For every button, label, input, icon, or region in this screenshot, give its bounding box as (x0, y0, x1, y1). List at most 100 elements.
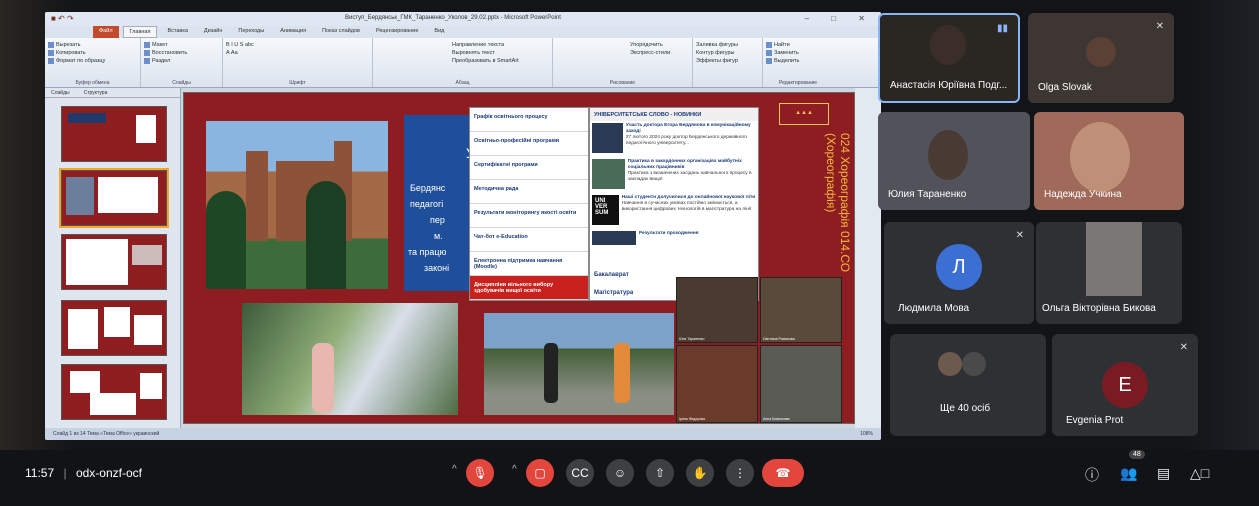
mic-off-icon[interactable]: 🎙 (466, 459, 494, 487)
pp-titlebar: ■ ↶ ↷ Виступ_Бердянськ_ГМК_Тараненко_Уко… (45, 12, 881, 26)
tab-insert[interactable]: Вставка (161, 26, 193, 38)
menu-item[interactable]: Дисципліни вільного вибору здобувачів ви… (470, 276, 588, 300)
slide-thumbnail[interactable] (61, 234, 167, 290)
participant-tile[interactable]: ✕ Л Людмила Мова (884, 222, 1034, 324)
menu-item[interactable]: Електронна підтримка навчання (Moodle) (470, 252, 588, 276)
emoji-icon[interactable]: ☺ (606, 459, 634, 487)
replace-icon (766, 49, 772, 56)
ribbon-item[interactable]: Упорядочить (556, 41, 689, 49)
tab-slideshow[interactable]: Показ слайдов (316, 26, 366, 38)
title-text: Бердянс (410, 183, 446, 193)
camera-off-icon[interactable]: ▢ (526, 459, 554, 487)
copy-icon (48, 49, 54, 56)
slide-thumbnail[interactable] (61, 364, 167, 420)
slide-canvas[interactable]: У Бердянс педагогі пер м. та працю закон… (183, 92, 855, 424)
news-header: УНІВЕРСИТЕТСЬКЕ СЛОВО - НОВИНКИ (590, 108, 758, 121)
more-icon[interactable]: ⋮ (726, 459, 754, 487)
gallery-video: Анна Ковальова (760, 345, 842, 423)
pp-ribbon: Вырезать Копировать Формат по образцу Бу… (45, 38, 881, 88)
quick-access-icon[interactable]: ■ ↶ ↷ (51, 14, 74, 23)
tree (306, 181, 346, 289)
menu-item[interactable]: Методична рада (470, 180, 588, 204)
thumb-content (132, 245, 162, 265)
participant-name: Evgenia Prot (1066, 415, 1124, 426)
ribbon-item[interactable]: Раздел (144, 57, 219, 65)
present-icon[interactable]: ⇧ (646, 459, 674, 487)
chat-icon[interactable]: ▤ (1157, 465, 1170, 482)
tab-file[interactable]: Файл (93, 26, 119, 38)
ribbon-item[interactable]: Заменить (766, 49, 830, 57)
ribbon-item[interactable]: Выровнять текст (376, 49, 549, 57)
ribbon-group-paragraph: Направление текста Выровнять текст Преоб… (373, 38, 553, 87)
more-participants-tile[interactable]: Ще 40 осіб (890, 334, 1046, 436)
nav-bachelor[interactable]: Бакалаврат (594, 272, 629, 278)
participant-tile[interactable]: Надежда Учкина (1034, 112, 1184, 210)
slide-thumbnail[interactable] (61, 106, 167, 162)
window-controls-icon[interactable]: – □ ✕ (805, 14, 875, 23)
castle-tower (246, 151, 268, 241)
ribbon-item[interactable]: Вырезать (48, 41, 137, 49)
menu-item[interactable]: Освітньо-професійні програми (470, 132, 588, 156)
ribbon-item[interactable]: Направление текста (376, 41, 549, 49)
zoom-level[interactable]: 108% (860, 431, 873, 437)
tab-transitions[interactable]: Переходы (232, 26, 270, 38)
slide-thumbnail-selected[interactable] (59, 168, 169, 228)
captions-icon[interactable]: CC (566, 459, 594, 487)
news-text: Участь доктора Егора Бердянова в комунік… (626, 123, 756, 155)
ribbon-item[interactable]: Макет (144, 41, 219, 49)
menu-item[interactable]: Результати моніторингу якості освіти (470, 204, 588, 228)
info-icon[interactable]: ⓘ (1085, 465, 1099, 485)
chevron-up-icon[interactable]: ^ (452, 464, 457, 475)
ribbon-item-label: Выделить (774, 58, 800, 64)
participant-tile[interactable]: Юлия Тараненко (878, 112, 1030, 210)
news-item[interactable]: Результати проходження (590, 229, 758, 265)
title-text: пер (430, 215, 445, 225)
participant-tile[interactable]: ✕ E Evgenia Prot (1052, 334, 1198, 436)
menu-item[interactable]: Сертифікатні програми (470, 156, 588, 180)
end-call-icon[interactable]: ☎ (762, 459, 804, 487)
title-text: та працю (408, 247, 447, 257)
menu-item[interactable]: Графік освітнього процесу (470, 108, 588, 132)
ribbon-item[interactable]: Контур фигуры (696, 49, 759, 57)
ribbon-item[interactable]: Формат по образцу (48, 57, 137, 65)
ribbon-item[interactable]: Заливка фигуры (696, 41, 759, 49)
participant-tile[interactable]: ✕ Olga Slovak (1028, 13, 1174, 103)
ribbon-item[interactable]: Копировать (48, 49, 137, 57)
raise-hand-icon[interactable]: ✋ (686, 459, 714, 487)
ribbon-item[interactable]: Найти (766, 41, 830, 49)
dancer (312, 343, 334, 413)
chevron-up-icon[interactable]: ^ (512, 464, 517, 475)
slide-thumbnail[interactable] (61, 300, 167, 356)
ribbon-item[interactable]: Эффекты фигур (696, 57, 759, 65)
tab-outline[interactable]: Структура (84, 90, 108, 96)
participant-tile[interactable]: ▮▮ Анастасія Юріївна Подг... (878, 13, 1020, 103)
tab-slides[interactable]: Слайды (51, 90, 70, 96)
section-icon (144, 57, 150, 64)
activities-icon[interactable]: △□ (1190, 465, 1209, 482)
news-body: 27 лютого 2024 року доктор Бердянського … (625, 135, 747, 146)
ribbon-item[interactable]: Выделить (766, 57, 830, 65)
ribbon-item[interactable]: Преобразовать в SmartArt (376, 57, 549, 65)
nav-master[interactable]: Магістратура (594, 290, 633, 296)
tab-home[interactable]: Главная (122, 26, 158, 38)
font-buttons[interactable]: B I U S abc (226, 41, 369, 49)
tab-review[interactable]: Рецензирование (370, 26, 424, 38)
news-item[interactable]: Практика в закордонних організаціях майб… (590, 157, 758, 193)
tab-view[interactable]: Вид (428, 26, 450, 38)
news-body: Навчання в сучасних умовах постійно змін… (621, 201, 752, 212)
participant-tile[interactable]: Ольга Вікторівна Бикова (1036, 222, 1182, 324)
ribbon-item[interactable]: Экспресс-стили (556, 49, 689, 57)
news-item[interactable]: Участь доктора Егора Бердянова в комунік… (590, 121, 758, 157)
news-item[interactable]: UNI VER SUM Наші студенти долучилися до о… (590, 193, 758, 229)
title-text: законі (424, 263, 450, 273)
ribbon-item[interactable]: Восстановить (144, 49, 219, 57)
news-title: Практика в закордонних організаціях майб… (627, 159, 742, 170)
menu-item[interactable]: Чат-бот e-Education (470, 228, 588, 252)
tab-animation[interactable]: Анимация (274, 26, 312, 38)
university-logo: ▲▲▲ (779, 103, 829, 125)
meeting-code: odx-onzf-ocf (75, 466, 142, 480)
people-icon[interactable]: 👥 (1120, 465, 1137, 482)
tab-design[interactable]: Дизайн (198, 26, 229, 38)
thumbnail-tabs: Слайды Структура (45, 88, 180, 98)
font-size-buttons[interactable]: A Аа (226, 49, 369, 57)
